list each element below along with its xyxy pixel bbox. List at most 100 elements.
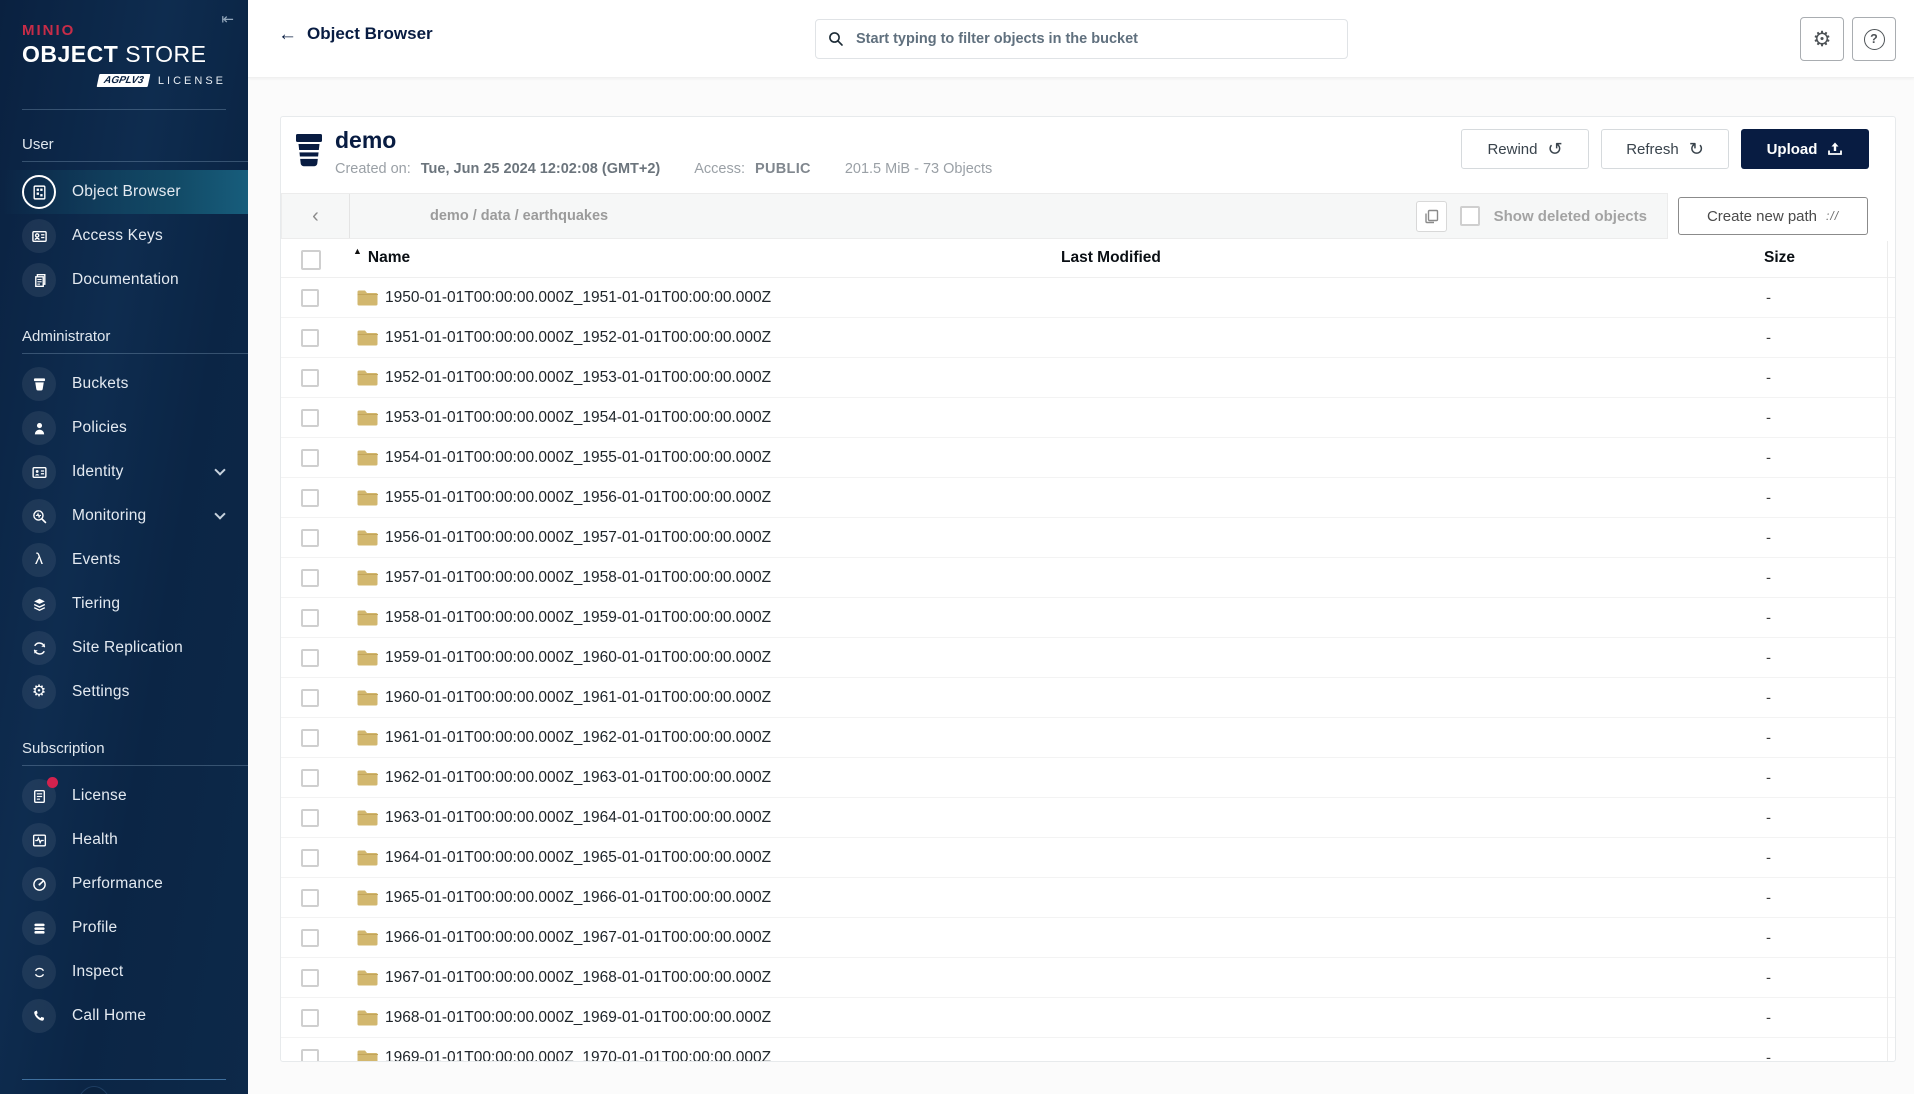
sidebar-item-license[interactable]: License: [0, 774, 248, 818]
sidebar-item-inspect[interactable]: Inspect: [0, 950, 248, 994]
table-row[interactable]: 1963-01-01T00:00:00.000Z_1964-01-01T00:0…: [281, 798, 1895, 838]
table-row[interactable]: 1969-01-01T00:00:00.000Z_1970-01-01T00:0…: [281, 1038, 1895, 1062]
row-checkbox[interactable]: [301, 769, 319, 787]
spacer: [821, 161, 835, 177]
row-checkbox[interactable]: [301, 569, 319, 587]
sidebar-item-label: Call Home: [72, 1007, 248, 1025]
row-checkbox[interactable]: [301, 329, 319, 347]
folder-icon: [356, 409, 379, 432]
sidebar-nav: UserObject BrowserAccess KeysDocumentati…: [0, 110, 248, 1038]
select-all-checkbox[interactable]: [301, 250, 321, 270]
path-icon: ://: [1826, 209, 1839, 223]
table-row[interactable]: 1959-01-01T00:00:00.000Z_1960-01-01T00:0…: [281, 638, 1895, 678]
row-checkbox[interactable]: [301, 289, 319, 307]
path-back-button[interactable]: ‹: [282, 194, 350, 238]
folder-icon: [356, 929, 379, 952]
table-row[interactable]: 1952-01-01T00:00:00.000Z_1953-01-01T00:0…: [281, 358, 1895, 398]
object-size: -: [1766, 1049, 1771, 1062]
sidebar: ⇤ MINIO OBJECT STORE AGPLV3 LICENSE User…: [0, 0, 248, 1094]
create-new-path-button[interactable]: Create new path ://: [1678, 197, 1868, 235]
refresh-icon: ↻: [1689, 140, 1704, 158]
sidebar-item-events[interactable]: λEvents: [0, 538, 248, 582]
row-checkbox[interactable]: [301, 889, 319, 907]
help-button[interactable]: ?: [1852, 17, 1896, 61]
bucket-meta: Created on: Tue, Jun 25 2024 12:02:08 (G…: [335, 161, 992, 177]
sidebar-item-policies[interactable]: Policies: [0, 406, 248, 450]
license-row: AGPLV3 LICENSE: [22, 74, 228, 87]
object-name: 1959-01-01T00:00:00.000Z_1960-01-01T00:0…: [385, 649, 771, 667]
row-checkbox[interactable]: [301, 1049, 319, 1062]
table-row[interactable]: 1951-01-01T00:00:00.000Z_1952-01-01T00:0…: [281, 318, 1895, 358]
sidebar-item-settings[interactable]: ⚙Settings: [0, 670, 248, 714]
row-checkbox[interactable]: [301, 609, 319, 627]
row-checkbox[interactable]: [301, 649, 319, 667]
row-checkbox[interactable]: [301, 809, 319, 827]
table-row[interactable]: 1954-01-01T00:00:00.000Z_1955-01-01T00:0…: [281, 438, 1895, 478]
table-row[interactable]: 1966-01-01T00:00:00.000Z_1967-01-01T00:0…: [281, 918, 1895, 958]
row-checkbox[interactable]: [301, 369, 319, 387]
search-input[interactable]: [854, 30, 1335, 48]
sidebar-item-site-replication[interactable]: Site Replication: [0, 626, 248, 670]
sidebar-item-identity[interactable]: Identity: [0, 450, 248, 494]
page-back-button[interactable]: ← Object Browser: [278, 24, 433, 44]
table-row[interactable]: 1956-01-01T00:00:00.000Z_1957-01-01T00:0…: [281, 518, 1895, 558]
sidebar-item-health[interactable]: Health: [0, 818, 248, 862]
created-label: Created on:: [335, 161, 411, 177]
object-name: 1960-01-01T00:00:00.000Z_1961-01-01T00:0…: [385, 689, 771, 707]
table-row[interactable]: 1953-01-01T00:00:00.000Z_1954-01-01T00:0…: [281, 398, 1895, 438]
bucket-icon: [294, 131, 324, 169]
sidebar-item-access-keys[interactable]: Access Keys: [0, 214, 248, 258]
object-name: 1967-01-01T00:00:00.000Z_1968-01-01T00:0…: [385, 969, 771, 987]
sidebar-item-performance[interactable]: Performance: [0, 862, 248, 906]
sidebar-item-profile[interactable]: Profile: [0, 906, 248, 950]
refresh-button[interactable]: Refresh ↻: [1601, 129, 1729, 169]
object-size: -: [1766, 969, 1771, 986]
column-header-name[interactable]: ▲ Name: [353, 249, 410, 267]
app-window: ⇤ MINIO OBJECT STORE AGPLV3 LICENSE User…: [0, 0, 1914, 1094]
sidebar-item-documentation[interactable]: Documentation: [0, 258, 248, 302]
gear-icon: ⚙: [1813, 29, 1832, 50]
sidebar-item-object-browser[interactable]: Object Browser: [0, 170, 248, 214]
product-name-light: STORE: [125, 41, 206, 67]
tiering-icon: [22, 587, 56, 621]
table-row[interactable]: 1961-01-01T00:00:00.000Z_1962-01-01T00:0…: [281, 718, 1895, 758]
sidebar-collapse-icon[interactable]: ⇤: [221, 10, 234, 28]
table-row[interactable]: 1960-01-01T00:00:00.000Z_1961-01-01T00:0…: [281, 678, 1895, 718]
upload-button[interactable]: Upload: [1741, 129, 1869, 169]
table-row[interactable]: 1962-01-01T00:00:00.000Z_1963-01-01T00:0…: [281, 758, 1895, 798]
sidebar-bottom-icon[interactable]: [74, 1086, 114, 1094]
row-checkbox[interactable]: [301, 969, 319, 987]
section-divider: [22, 765, 248, 766]
object-size: -: [1766, 569, 1771, 586]
rewind-button[interactable]: Rewind ↺: [1461, 129, 1589, 169]
folder-icon: [356, 449, 379, 472]
object-name: 1958-01-01T00:00:00.000Z_1959-01-01T00:0…: [385, 609, 771, 627]
scrollbar-track[interactable]: [1887, 241, 1888, 1061]
row-checkbox[interactable]: [301, 409, 319, 427]
settings-button[interactable]: ⚙: [1800, 17, 1844, 61]
table-row[interactable]: 1950-01-01T00:00:00.000Z_1951-01-01T00:0…: [281, 278, 1895, 318]
table-row[interactable]: 1955-01-01T00:00:00.000Z_1956-01-01T00:0…: [281, 478, 1895, 518]
row-checkbox[interactable]: [301, 489, 319, 507]
table-row[interactable]: 1967-01-01T00:00:00.000Z_1968-01-01T00:0…: [281, 958, 1895, 998]
row-checkbox[interactable]: [301, 849, 319, 867]
sidebar-item-buckets[interactable]: Buckets: [0, 362, 248, 406]
copy-path-button[interactable]: [1416, 201, 1447, 232]
row-checkbox[interactable]: [301, 729, 319, 747]
table-row[interactable]: 1957-01-01T00:00:00.000Z_1958-01-01T00:0…: [281, 558, 1895, 598]
table-row[interactable]: 1968-01-01T00:00:00.000Z_1969-01-01T00:0…: [281, 998, 1895, 1038]
row-checkbox[interactable]: [301, 449, 319, 467]
section-divider: [22, 353, 248, 354]
table-row[interactable]: 1965-01-01T00:00:00.000Z_1966-01-01T00:0…: [281, 878, 1895, 918]
sidebar-item-monitoring[interactable]: Monitoring: [0, 494, 248, 538]
table-row[interactable]: 1964-01-01T00:00:00.000Z_1965-01-01T00:0…: [281, 838, 1895, 878]
sidebar-item-tiering[interactable]: Tiering: [0, 582, 248, 626]
show-deleted-checkbox[interactable]: [1460, 206, 1480, 226]
row-checkbox[interactable]: [301, 1009, 319, 1027]
row-checkbox[interactable]: [301, 689, 319, 707]
table-row[interactable]: 1958-01-01T00:00:00.000Z_1959-01-01T00:0…: [281, 598, 1895, 638]
sidebar-item-call-home[interactable]: Call Home: [0, 994, 248, 1038]
row-checkbox[interactable]: [301, 529, 319, 547]
object-size: -: [1766, 929, 1771, 946]
row-checkbox[interactable]: [301, 929, 319, 947]
